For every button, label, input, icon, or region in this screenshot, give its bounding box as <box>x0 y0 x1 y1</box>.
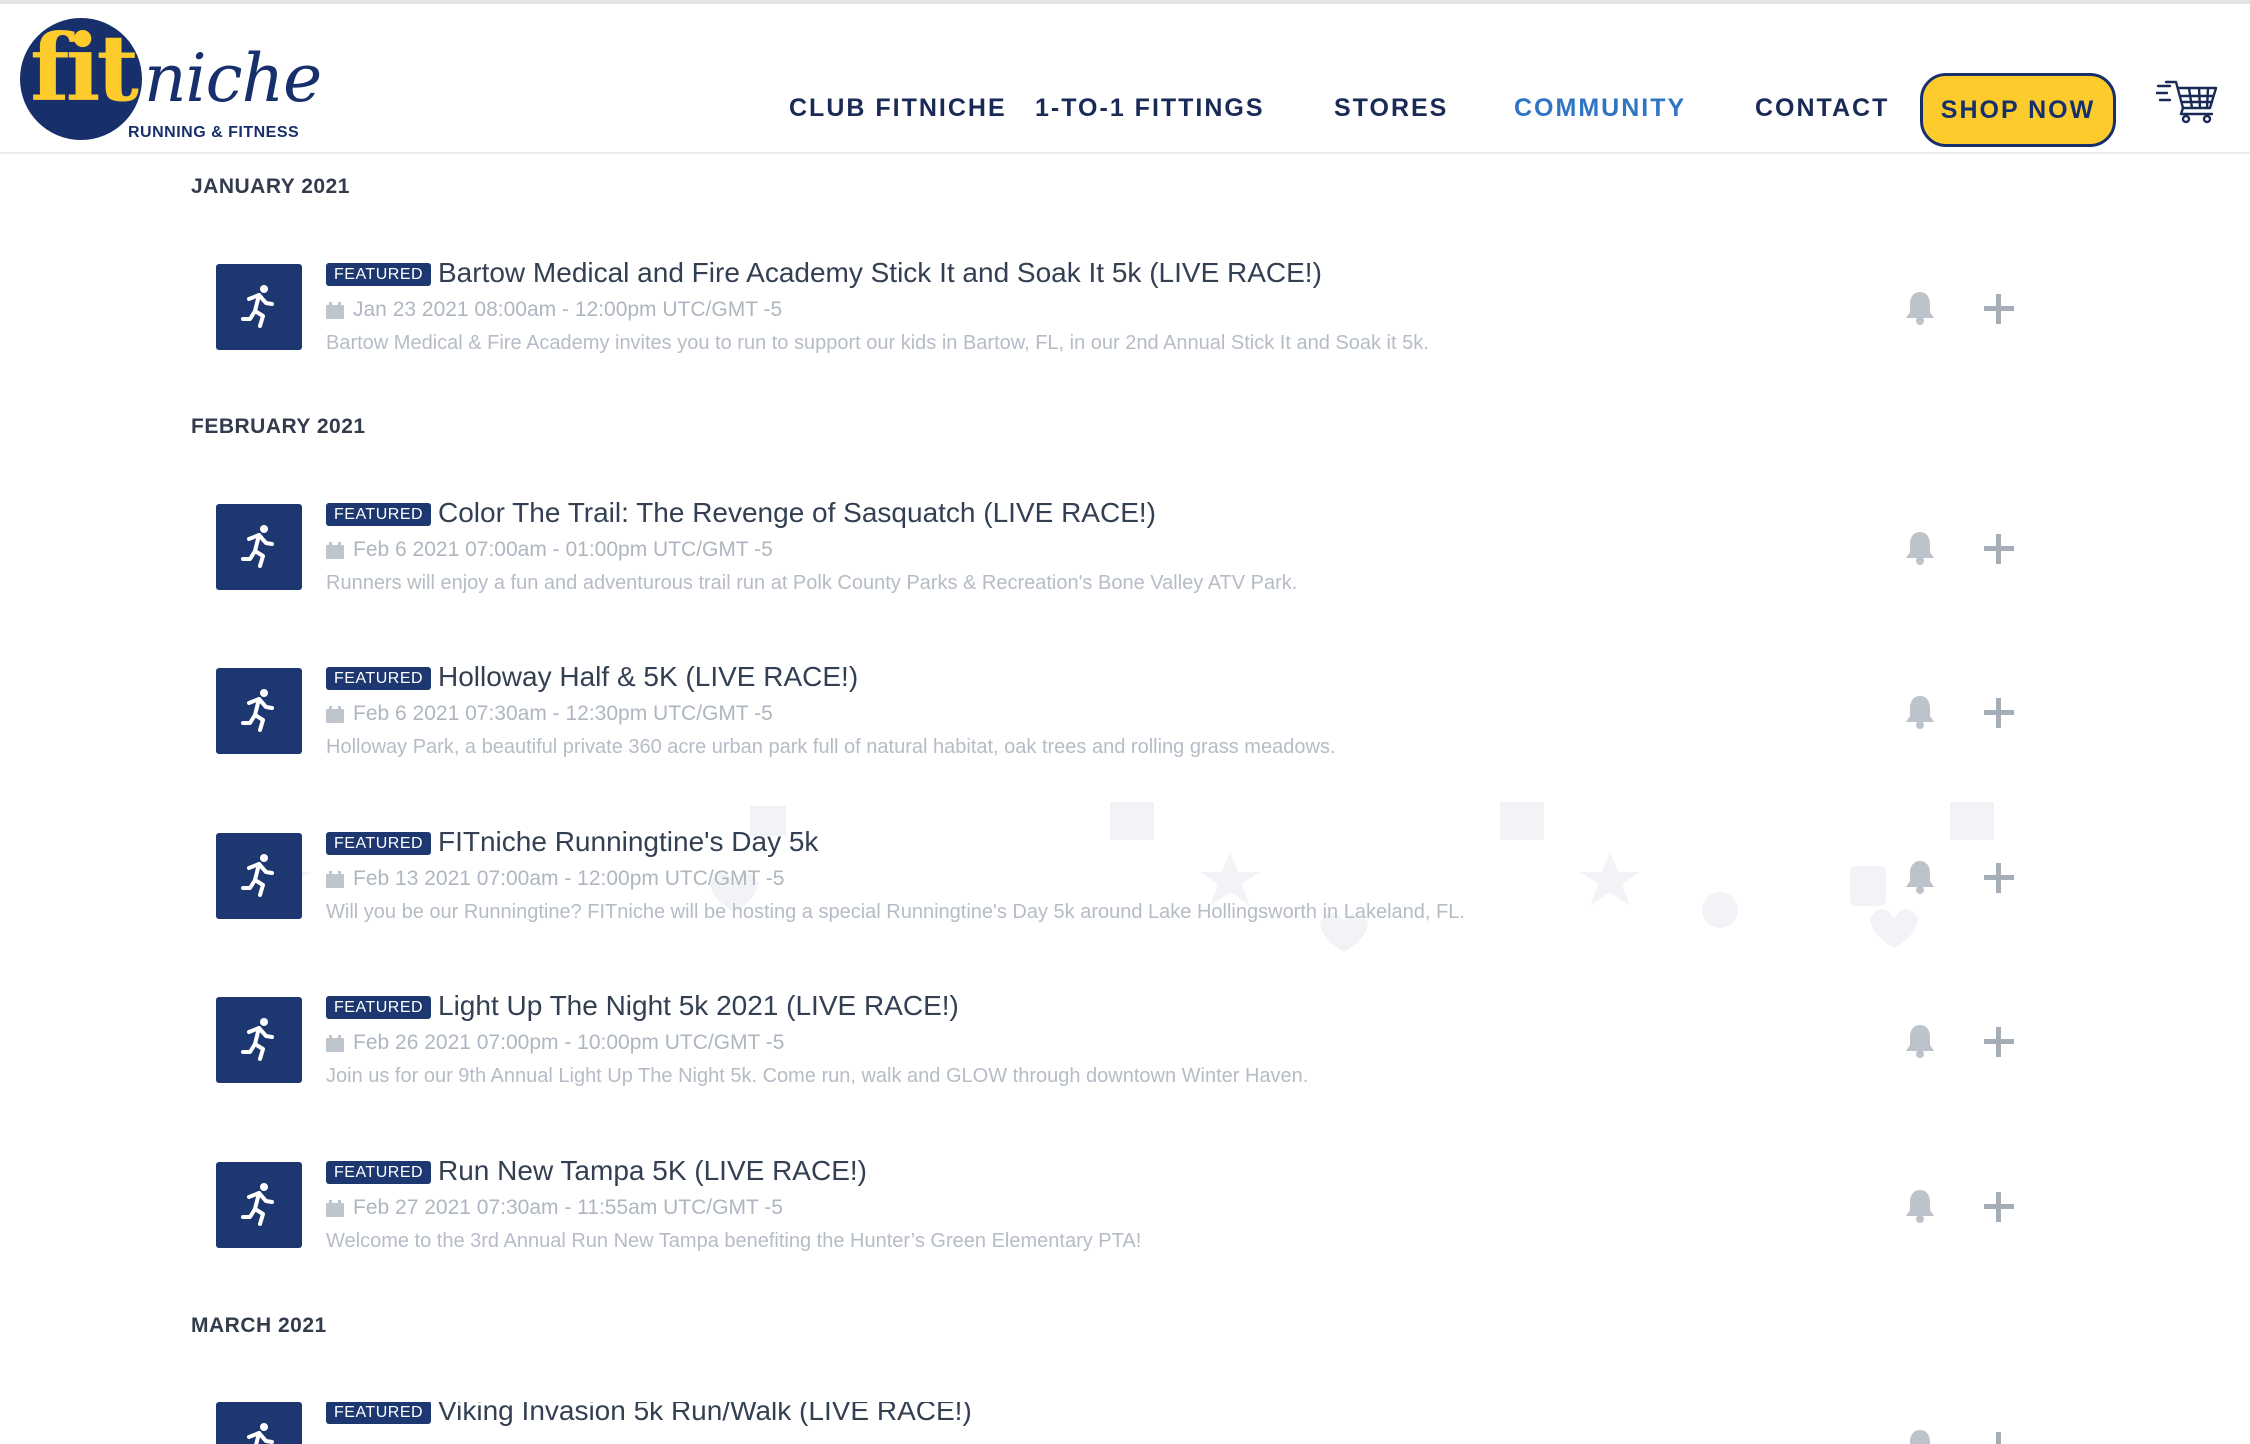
event-item[interactable]: FEATURED Bartow Medical and Fire Academy… <box>200 257 2100 384</box>
featured-badge: FEATURED <box>326 1161 432 1184</box>
event-title[interactable]: Light Up The Night 5k 2021 (LIVE RACE!) <box>438 990 959 1022</box>
event-date: Feb 13 2021 07:00am - 12:00pm UTC/GMT -5 <box>353 867 785 890</box>
event-title[interactable]: Viking Invasion 5k Run/Walk (LIVE RACE!) <box>438 1402 972 1427</box>
event-date: Feb 6 2021 07:00am - 01:00pm UTC/GMT -5 <box>353 538 773 561</box>
calendar-icon <box>326 1034 344 1052</box>
event-dateline: Jan 23 2021 08:00am - 12:00pm UTC/GMT -5 <box>326 298 782 322</box>
calendar-icon <box>326 705 344 723</box>
runner-icon <box>216 997 302 1083</box>
runner-icon <box>216 504 302 590</box>
event-date: Feb 6 2021 07:30am - 12:30pm UTC/GMT -5 <box>353 702 773 725</box>
runner-icon <box>216 668 302 754</box>
plus-icon[interactable] <box>1984 1432 2014 1444</box>
event-item[interactable]: FEATURED Viking Invasion 5k Run/Walk (LI… <box>200 1402 2100 1444</box>
calendar-icon <box>326 301 344 319</box>
month-heading-february: FEBRUARY 2021 <box>191 415 366 438</box>
event-dateline: Feb 13 2021 07:00am - 12:00pm UTC/GMT -5 <box>326 867 784 891</box>
runner-icon <box>216 833 302 919</box>
event-item[interactable]: FEATURED FITniche Runningtine's Day 5k F… <box>200 826 2100 953</box>
bell-icon[interactable] <box>1904 859 1936 895</box>
bell-icon[interactable] <box>1904 290 1936 326</box>
plus-icon[interactable] <box>1984 863 2014 893</box>
event-dateline: Feb 6 2021 07:00am - 01:00pm UTC/GMT -5 <box>326 538 773 562</box>
plus-icon[interactable] <box>1984 534 2014 564</box>
event-description: Will you be our Runningtine? FITniche wi… <box>326 901 1465 923</box>
plus-icon[interactable] <box>1984 1027 2014 1057</box>
event-description: Welcome to the 3rd Annual Run New Tampa … <box>326 1230 1142 1252</box>
event-title[interactable]: Color The Trail: The Revenge of Sasquatc… <box>438 497 1156 529</box>
event-date: Feb 26 2021 07:00pm - 10:00pm UTC/GMT -5 <box>353 1031 785 1054</box>
event-title[interactable]: Run New Tampa 5K (LIVE RACE!) <box>438 1155 867 1187</box>
plus-icon[interactable] <box>1984 698 2014 728</box>
event-item[interactable]: FEATURED Light Up The Night 5k 2021 (LIV… <box>200 990 2100 1117</box>
events-list: JANUARY 2021 FEATURED Bartow Medical and… <box>0 0 2250 1444</box>
runner-icon <box>216 264 302 350</box>
featured-badge: FEATURED <box>326 1402 432 1424</box>
runner-icon <box>216 1162 302 1248</box>
featured-badge: FEATURED <box>326 832 432 855</box>
calendar-icon <box>326 1199 344 1217</box>
bell-icon[interactable] <box>1904 1023 1936 1059</box>
bell-icon[interactable] <box>1904 694 1936 730</box>
event-dateline: Feb 6 2021 07:30am - 12:30pm UTC/GMT -5 <box>326 702 773 726</box>
runner-icon <box>216 1402 302 1444</box>
event-title[interactable]: Bartow Medical and Fire Academy Stick It… <box>438 257 1322 289</box>
event-item[interactable]: FEATURED Run New Tampa 5K (LIVE RACE!) F… <box>200 1155 2100 1282</box>
bell-icon[interactable] <box>1904 1428 1936 1444</box>
featured-badge: FEATURED <box>326 667 432 690</box>
event-dateline: Feb 27 2021 07:30am - 11:55am UTC/GMT -5 <box>326 1196 783 1220</box>
event-date: Jan 23 2021 08:00am - 12:00pm UTC/GMT -5 <box>353 298 783 321</box>
event-item[interactable]: FEATURED Color The Trail: The Revenge of… <box>200 497 2100 624</box>
plus-icon[interactable] <box>1984 294 2014 324</box>
event-title[interactable]: Holloway Half & 5K (LIVE RACE!) <box>438 661 858 693</box>
event-title[interactable]: FITniche Runningtine's Day 5k <box>438 826 818 858</box>
month-heading-march: MARCH 2021 <box>191 1314 327 1337</box>
bell-icon[interactable] <box>1904 1188 1936 1224</box>
event-description: Holloway Park, a beautiful private 360 a… <box>326 736 1336 758</box>
featured-badge: FEATURED <box>326 263 432 286</box>
calendar-icon <box>326 541 344 559</box>
calendar-icon <box>326 870 344 888</box>
event-description: Runners will enjoy a fun and adventurous… <box>326 572 1298 594</box>
featured-badge: FEATURED <box>326 996 432 1019</box>
plus-icon[interactable] <box>1984 1192 2014 1222</box>
bell-icon[interactable] <box>1904 530 1936 566</box>
event-dateline: Feb 26 2021 07:00pm - 10:00pm UTC/GMT -5 <box>326 1031 784 1055</box>
event-description: Bartow Medical & Fire Academy invites yo… <box>326 332 1429 354</box>
featured-badge: FEATURED <box>326 503 432 526</box>
event-description: Join us for our 9th Annual Light Up The … <box>326 1065 1309 1087</box>
event-item[interactable]: FEATURED Holloway Half & 5K (LIVE RACE!)… <box>200 661 2100 788</box>
event-date: Feb 27 2021 07:30am - 11:55am UTC/GMT -5 <box>353 1196 783 1219</box>
month-heading-january: JANUARY 2021 <box>191 175 350 198</box>
